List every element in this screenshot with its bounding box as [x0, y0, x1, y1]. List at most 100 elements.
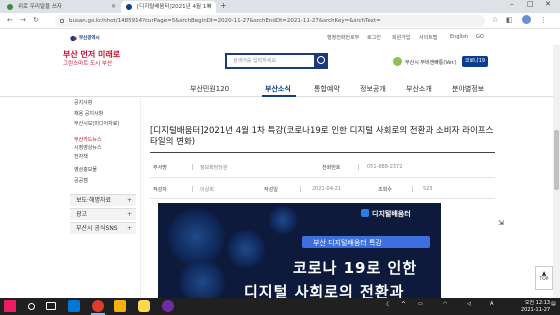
covid-button[interactable]: 코로나19: [462, 56, 488, 67]
table-bottom-rule: [150, 198, 495, 199]
volume-icon[interactable]: ◁: [467, 301, 471, 307]
extension-icon[interactable]: ◧: [506, 16, 513, 24]
util-link-phonebook[interactable]: 행정전화번호부: [327, 34, 359, 41]
clock-time: 오전 12:13: [524, 300, 551, 306]
dept-value: 정보화담당관: [200, 165, 228, 171]
search-placeholder: 검색어를 입력하세요.: [233, 58, 278, 64]
windows-taskbar: [0, 298, 560, 315]
poster-brand: 디지털배움터: [372, 210, 411, 218]
nav-info-disclosure[interactable]: 정보공개: [360, 84, 386, 94]
nav-busan-news[interactable]: 부산소식: [265, 84, 291, 94]
menu-icon[interactable]: ⋮: [540, 16, 547, 24]
poster-headline-1: 코로나 19로 인한: [293, 259, 418, 277]
browser-tab[interactable]: 위로 우리말을 쓰자 ✕: [2, 1, 120, 13]
table-row-rule: [150, 177, 495, 178]
sidebar-item[interactable]: 공공캠: [74, 177, 88, 184]
minimize-icon[interactable]: –: [510, 0, 514, 8]
nav-field-info[interactable]: 분야별정보: [452, 84, 484, 94]
clock-date: 2021-11-27: [521, 306, 551, 313]
battery-icon[interactable]: ▭: [418, 301, 423, 307]
sidebar-section-ads[interactable]: 광고 +: [70, 208, 136, 220]
notification-icon[interactable]: ▤: [551, 301, 556, 307]
digital-learning-logo-icon: [361, 209, 369, 217]
lock-icon: [60, 19, 64, 23]
sidebar-item[interactable]: 시정영상뉴스: [74, 144, 102, 151]
sidebar-section-label: 보도·해명자료: [76, 197, 112, 204]
sidebar-item-active[interactable]: 부산카드뉴스: [74, 136, 102, 143]
new-tab-button[interactable]: +: [220, 1, 227, 10]
author-value: 이상희: [200, 187, 214, 193]
nav-about-busan[interactable]: 부산소개: [406, 84, 432, 94]
file-explorer-icon[interactable]: [114, 300, 126, 312]
close-window-icon[interactable]: ✕: [545, 0, 551, 8]
language-go-button[interactable]: GO: [476, 34, 484, 40]
sidebar-item[interactable]: 공지사항: [74, 99, 92, 106]
scrollbar-thumb[interactable]: [554, 130, 559, 190]
meta-separator: [412, 186, 413, 192]
app-icon[interactable]: [162, 300, 174, 312]
maximize-icon[interactable]: □: [527, 0, 534, 8]
ime-icon[interactable]: A: [490, 301, 493, 307]
sidebar-item[interactable]: 채용 공지사항: [74, 110, 103, 117]
content-divider: [140, 98, 141, 298]
phone-value: 051-888-2372: [367, 164, 403, 170]
expand-icon: +: [126, 211, 132, 218]
util-link-join[interactable]: 회원가입: [392, 34, 410, 41]
nav-reservation[interactable]: 통합예약: [314, 84, 340, 94]
moon-icon[interactable]: ☾: [386, 301, 391, 308]
star-icon[interactable]: ☆: [492, 16, 498, 24]
tray-expand-icon[interactable]: ^: [401, 301, 406, 308]
search-button[interactable]: [314, 53, 328, 69]
nav-active-indicator: [262, 95, 296, 97]
sidebar-section-label: 부산시 공식SNS: [76, 225, 118, 232]
nav-civil-service[interactable]: 부산민원120: [190, 84, 229, 94]
meta-separator: [358, 164, 359, 170]
sidebar-section-sns[interactable]: 부산시 공식SNS +: [70, 222, 136, 234]
virus-graphic: [226, 229, 266, 269]
util-link-login[interactable]: 로그인: [367, 34, 381, 41]
meta-separator: [300, 186, 301, 192]
sidebar-section-label: 광고: [76, 211, 88, 218]
edge-icon[interactable]: [68, 300, 80, 312]
sidebar-item[interactable]: 전자책: [74, 153, 88, 160]
phone-label: 전화번호: [322, 165, 341, 171]
windows-start-icon[interactable]: [4, 300, 16, 312]
mascot-label[interactable]: 부산시 부비앤빠통(Ver.): [405, 59, 457, 66]
table-top-rule: [150, 152, 495, 153]
browser-tab-active[interactable]: [디지털배움터]2021년 4월 1차 ✕: [121, 1, 216, 13]
profile-avatar[interactable]: [522, 15, 531, 24]
arrow-up-icon: ▲: [541, 270, 547, 277]
virus-graphic: [268, 205, 298, 235]
network-icon[interactable]: ◠: [443, 301, 447, 307]
close-tab-icon[interactable]: ✕: [207, 1, 212, 13]
url-input[interactable]: busan.go.kr/nhot/1485914?curPage=5&srchB…: [55, 15, 485, 27]
top-button-label: TOP: [539, 277, 549, 282]
language-select[interactable]: English: [450, 34, 468, 40]
back-icon[interactable]: ←: [7, 16, 13, 24]
chrome-icon[interactable]: [92, 300, 104, 312]
site-logo-text: 부산광역시: [79, 36, 100, 41]
taskbar-clock[interactable]: 오전 12:13 2021-11-27: [521, 300, 550, 313]
poster-pill-text: 부산 디지털배움터 특강: [313, 239, 382, 247]
top-button[interactable]: ▲ TOP: [535, 266, 553, 290]
post-title: [디지털배움터]2021년 4월 1차 특강(코로나19로 인한 디지털 사회로…: [150, 126, 494, 147]
expand-icon: +: [126, 225, 132, 232]
sidebar-section-press[interactable]: 보도·해명자료 +: [70, 194, 136, 206]
reload-icon[interactable]: ↻: [33, 16, 39, 24]
views-value: 523: [423, 186, 433, 192]
forward-icon[interactable]: →: [20, 16, 26, 24]
views-label: 조회수: [378, 187, 392, 193]
close-tab-icon[interactable]: ✕: [111, 1, 116, 13]
expand-icon: +: [126, 197, 132, 204]
tab-label: 위로 우리말을 쓰자: [18, 4, 62, 10]
search-icon[interactable]: [28, 303, 35, 310]
task-view-icon[interactable]: [46, 302, 56, 310]
sidebar-item[interactable]: 부산시보(미디어자료): [74, 121, 136, 127]
util-link-sitemap[interactable]: 사이트맵: [419, 34, 437, 41]
kakaotalk-icon[interactable]: [138, 300, 150, 312]
virus-graphic: [178, 258, 226, 303]
slogan-subtitle: 그린스마트 도시 부산: [63, 61, 113, 67]
author-label: 작성자: [153, 187, 167, 193]
mouse-cursor-icon: ⇲: [498, 219, 504, 227]
sidebar-item[interactable]: 영상홍보물: [74, 166, 97, 173]
